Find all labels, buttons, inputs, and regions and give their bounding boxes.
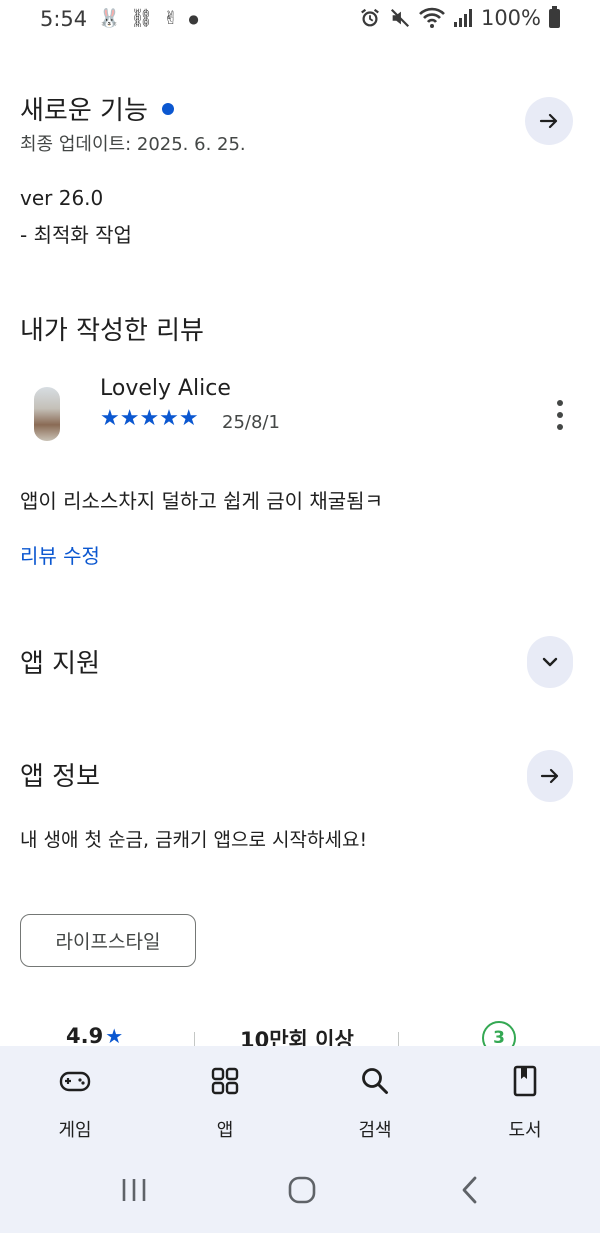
arrow-right-icon [539,113,558,129]
app-support-title: 앱 지원 [20,649,101,679]
book-icon [513,1065,537,1097]
search-icon [362,1068,388,1094]
review-stars: ★★★★★ [100,407,199,431]
rabbit-icon: 🐰 [98,8,121,29]
review-date: 25/8/1 [222,412,280,433]
recent-apps-button[interactable] [104,1170,164,1210]
dot-icon: ● [188,12,199,26]
new-indicator-dot [161,102,174,115]
signal-icon [453,9,472,27]
nav-item-apps[interactable]: 앱 [175,1064,275,1142]
link-icon: ⛓ [130,8,154,29]
nav-label-apps: 앱 [216,1120,234,1141]
apps-grid-icon [211,1067,239,1095]
app-description: 내 생애 첫 순금, 금캐기 앱으로 시작하세요! [20,829,368,851]
star-rating: ★★★★★ [100,406,199,431]
status-bar: 5:54 🐰 ⛓ ✌ ● 100% [0,0,600,42]
more-options-icon[interactable] [549,400,571,430]
rating-stat: 4.9 ★ [66,1024,123,1048]
app-info-title: 앱 정보 [20,762,101,792]
arrow-right-icon [540,768,559,784]
version-text: ver 26.0 [20,186,104,210]
last-updated: 최종 업데이트: 2025. 6. 25. [20,134,246,155]
wifi-icon [419,7,445,28]
gamepad-icon [59,1071,91,1092]
status-time: 5:54 [40,7,88,31]
rating-value: 4.9 [66,1024,104,1048]
app-support-expand-button[interactable] [527,636,573,688]
home-icon [288,1176,316,1204]
back-icon [462,1176,477,1204]
nav-item-books[interactable]: 도서 [475,1064,575,1142]
battery-percent: 100% [480,6,541,30]
system-icons: 100% [359,5,560,30]
nav-label-games: 게임 [58,1120,92,1141]
nav-item-games[interactable]: 게임 [25,1064,125,1142]
notification-icons: 🐰 ⛓ ✌ ● [98,8,199,30]
chevron-down-icon [542,657,558,667]
avatar [34,387,60,441]
rating-star-icon: ★ [105,1024,124,1048]
app-info-arrow-button[interactable] [527,750,573,802]
mute-icon [390,8,409,28]
review-text: 앱이 리소스차지 덜하고 쉽게 금이 채굴됨ㅋ [20,489,383,513]
whats-new-title: 새로운 기능 [20,96,148,126]
alarm-icon [361,8,379,27]
nav-item-search[interactable]: 검색 [325,1064,425,1142]
edit-review-link[interactable]: 리뷰 수정 [20,540,100,569]
cheer-icon: ✌ [163,8,179,29]
category-chip[interactable]: 라이프스타일 [20,914,196,967]
nav-label-search: 검색 [358,1120,392,1141]
reviewer-name: Lovely Alice [100,376,231,401]
battery-icon [549,5,560,28]
update-note: - 최적화 작업 [20,223,132,247]
recent-apps-icon [122,1179,146,1201]
back-button[interactable] [440,1170,500,1210]
system-navigation-bar [0,1160,600,1220]
nav-label-books: 도서 [508,1120,542,1141]
home-button[interactable] [272,1170,332,1210]
my-review-title: 내가 작성한 리뷰 [20,316,204,346]
whats-new-heading: 새로운 기능 [20,90,174,127]
whats-new-arrow-button[interactable] [525,97,573,145]
